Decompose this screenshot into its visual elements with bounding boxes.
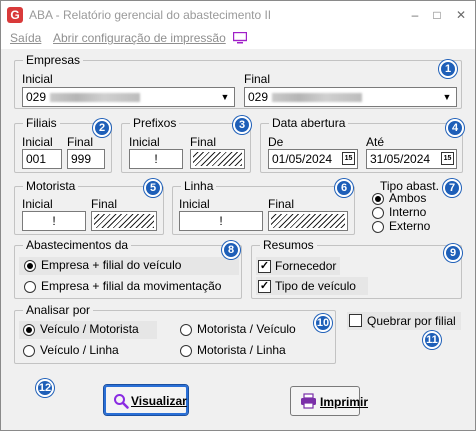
- callout-badge-11: 11: [423, 331, 441, 349]
- analisar-radio-motorista-veiculo[interactable]: [180, 324, 192, 336]
- empresas-initial-value: 029: [26, 90, 47, 104]
- abastecimentos-title: Abastecimentos da: [23, 238, 132, 252]
- empresas-title: Empresas: [23, 53, 84, 67]
- tipo-abast-label-ambos: Ambos: [389, 191, 427, 205]
- analisar-label-motorista-linha: Motorista / Linha: [197, 343, 286, 357]
- quebrar-label: Quebrar por filial: [367, 314, 456, 328]
- callout-badge-7: 7: [443, 179, 461, 197]
- analisar-label-veiculo-linha: Veículo / Linha: [40, 343, 119, 357]
- empresas-initial-label: Inicial: [22, 72, 53, 86]
- motorista-initial-input[interactable]: !: [22, 211, 86, 231]
- filiais-title: Filiais: [23, 116, 60, 130]
- linha-title: Linha: [181, 179, 217, 193]
- linha-final-input[interactable]: [268, 211, 348, 231]
- visualizar-button[interactable]: Visualizar: [103, 384, 189, 416]
- motorista-title: Motorista: [23, 179, 79, 193]
- tipo-abast-label-externo: Externo: [389, 219, 431, 233]
- calendar-icon[interactable]: 15: [441, 152, 454, 165]
- analisar-radio-veiculo-linha[interactable]: [23, 345, 35, 357]
- linha-initial-input[interactable]: !: [179, 211, 263, 231]
- prefixos-initial-label: Inicial: [129, 135, 160, 149]
- date-to-label: Até: [366, 135, 385, 149]
- magnifier-icon: [114, 394, 129, 409]
- callout-badge-5: 5: [144, 179, 162, 197]
- analisar-radio-motorista-linha[interactable]: [180, 345, 192, 357]
- maximize-button[interactable]: □: [427, 7, 447, 23]
- empresas-final-select[interactable]: 029 ▼: [244, 87, 457, 107]
- date-from-value: 01/05/2024: [272, 152, 333, 166]
- date-to-input[interactable]: 31/05/2024 15: [366, 149, 457, 169]
- callout-badge-1: 1: [439, 60, 457, 78]
- title-bar: G ABA - Relatório gerencial do abastecim…: [1, 1, 475, 29]
- resumos-label-tipo-veiculo: Tipo de veículo: [275, 279, 356, 293]
- calendar-icon[interactable]: 15: [342, 152, 355, 165]
- date-from-input[interactable]: 01/05/2024 15: [268, 149, 358, 169]
- imprimir-button[interactable]: Imprimir: [290, 386, 368, 416]
- hatched-value: [94, 214, 154, 228]
- empresas-final-value: 029: [248, 90, 269, 104]
- menu-exit[interactable]: Saída: [10, 31, 41, 45]
- prefixos-final-label: Final: [190, 135, 217, 149]
- callout-badge-10: 10: [314, 314, 332, 332]
- linha-initial-label: Inicial: [179, 197, 210, 211]
- abast-radio-movimentacao[interactable]: [24, 281, 36, 293]
- data-abertura-title: Data abertura: [269, 116, 349, 130]
- hatched-value: [271, 214, 345, 228]
- tipo-abast-label-interno: Interno: [389, 205, 427, 219]
- filiais-initial-label: Inicial: [22, 135, 53, 149]
- filiais-final-label: Final: [67, 135, 94, 149]
- chevron-down-icon[interactable]: ▼: [439, 89, 455, 105]
- linha-final-label: Final: [268, 197, 295, 211]
- redacted-text: [272, 93, 363, 103]
- close-button[interactable]: ✕: [451, 7, 471, 23]
- callout-badge-2: 2: [93, 119, 111, 137]
- analisar-label-veiculo-motorista: Veículo / Motorista: [40, 322, 139, 336]
- motorista-final-input[interactable]: [91, 211, 157, 231]
- quebrar-checkbox[interactable]: [349, 314, 362, 327]
- resumos-check-tipo-veiculo[interactable]: ✓: [258, 280, 271, 293]
- callout-badge-6: 6: [335, 179, 353, 197]
- minimize-button[interactable]: –: [405, 7, 425, 23]
- menu-print-config[interactable]: Abrir configuração de impressão: [53, 31, 226, 45]
- abast-label-movimentacao: Empresa + filial da movimentação: [41, 279, 222, 293]
- abast-radio-veiculo[interactable]: [24, 260, 36, 272]
- empresas-initial-select[interactable]: 029 ▼: [22, 87, 235, 107]
- menu-bar: Saída Abrir configuração de impressão: [1, 29, 475, 49]
- chevron-down-icon[interactable]: ▼: [217, 89, 233, 105]
- callout-badge-8: 8: [222, 241, 240, 259]
- empresas-final-label: Final: [244, 72, 271, 86]
- callout-badge-3: 3: [233, 116, 251, 134]
- motorista-final-label: Final: [91, 197, 118, 211]
- prefixos-initial-input[interactable]: !: [129, 149, 183, 169]
- tipo-abast-radio-externo[interactable]: [372, 221, 384, 233]
- imprimir-label: Imprimir: [320, 395, 369, 409]
- prefixos-final-input[interactable]: [190, 149, 245, 169]
- callout-badge-9: 9: [444, 244, 462, 262]
- tipo-abast-radio-ambos[interactable]: [372, 193, 384, 205]
- tipo-abast-radio-interno[interactable]: [372, 207, 384, 219]
- resumos-title: Resumos: [260, 238, 317, 252]
- analisar-radio-veiculo-motorista[interactable]: [23, 324, 35, 336]
- visualizar-label: Visualizar: [131, 394, 187, 408]
- filiais-final-input[interactable]: 999: [67, 149, 105, 169]
- printer-icon: [301, 393, 316, 409]
- prefixos-title: Prefixos: [130, 116, 180, 130]
- window-title: ABA - Relatório gerencial do abastecimen…: [29, 8, 272, 22]
- resumos-check-fornecedor[interactable]: ✓: [258, 260, 271, 273]
- hatched-value: [193, 152, 242, 166]
- analisar-title: Analisar por: [23, 303, 94, 317]
- callout-badge-12: 12: [36, 379, 54, 397]
- abast-label-veiculo: Empresa + filial do veículo: [41, 258, 182, 272]
- analisar-label-motorista-veiculo: Motorista / Veículo: [197, 322, 296, 336]
- app-logo-icon: G: [7, 7, 23, 23]
- motorista-initial-label: Inicial: [22, 197, 53, 211]
- resumos-label-fornecedor: Fornecedor: [275, 259, 337, 273]
- monitor-icon[interactable]: [233, 32, 247, 44]
- date-from-label: De: [268, 135, 284, 149]
- report-window: G ABA - Relatório gerencial do abastecim…: [0, 0, 476, 431]
- callout-badge-4: 4: [446, 119, 464, 137]
- redacted-text: [50, 93, 141, 103]
- date-to-value: 31/05/2024: [370, 152, 431, 166]
- filiais-initial-input[interactable]: 001: [22, 149, 62, 169]
